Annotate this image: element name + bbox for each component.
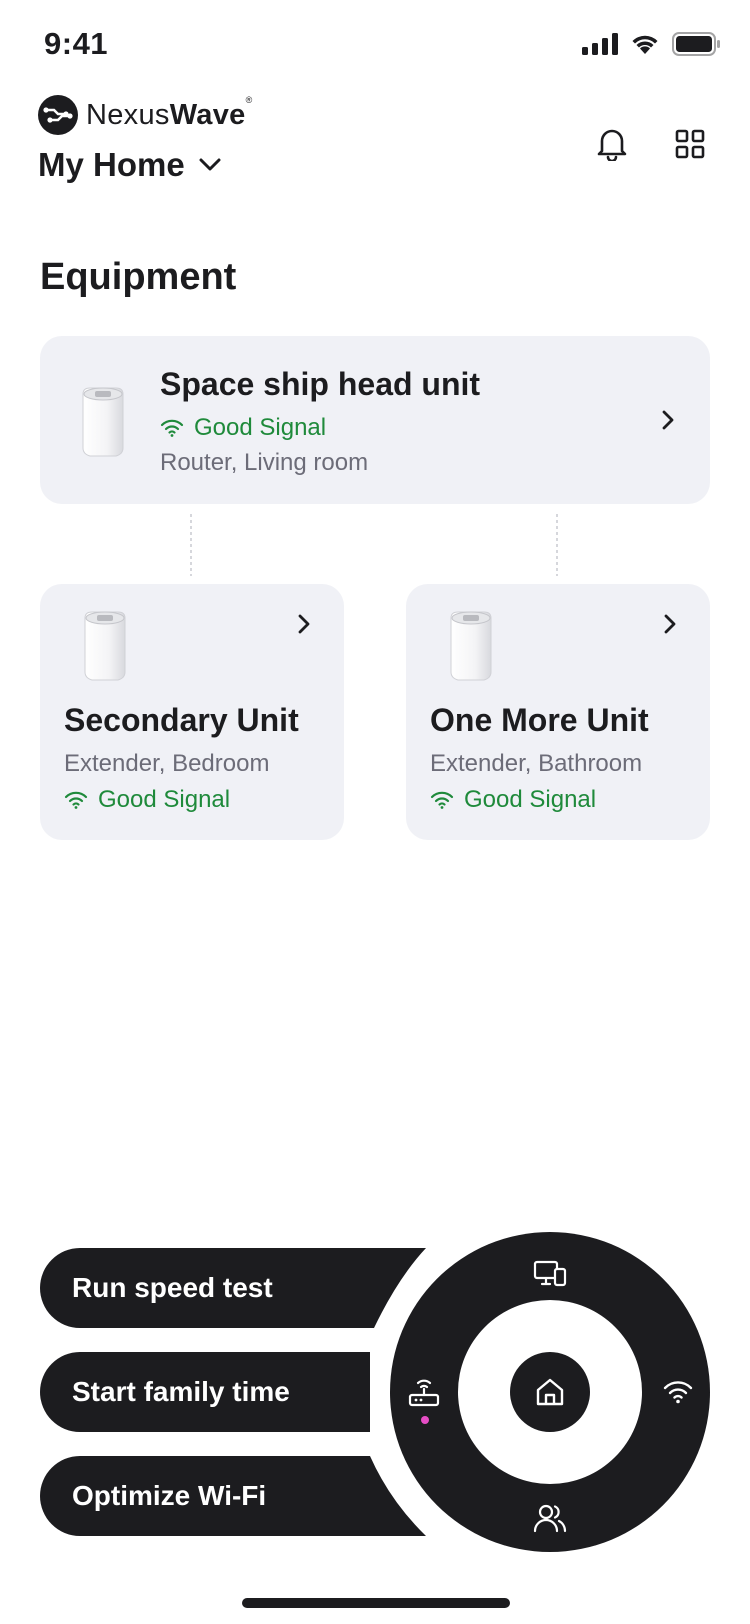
brand-logo-block: NexusWave®: [38, 95, 253, 135]
signal-label: Good Signal: [98, 786, 231, 813]
device-name: Secondary Unit: [64, 702, 299, 738]
run-speed-test-button[interactable]: Run speed test: [40, 1248, 426, 1328]
optimize-wifi-button[interactable]: Optimize Wi-Fi: [40, 1456, 426, 1536]
signal-label: Good Signal: [464, 786, 597, 813]
device-card-secondary-unit[interactable]: Secondary Unit Extender, Bedroom Good Si…: [40, 584, 344, 840]
device-name: One More Unit: [430, 702, 649, 738]
people-icon: [533, 1504, 567, 1533]
brand-name-bold: Wave: [169, 98, 246, 131]
signal-status: Good Signal: [64, 786, 230, 814]
notifications-button[interactable]: [590, 122, 634, 166]
chevron-right-icon: [664, 614, 676, 634]
home-name: My Home: [38, 146, 185, 183]
connector-line: [190, 514, 192, 576]
radial-inner-ring: [458, 1300, 642, 1484]
signal-status: Good Signal: [430, 786, 596, 814]
grid-icon: [675, 129, 705, 159]
home-selector[interactable]: My Home: [38, 146, 221, 184]
router-device-image: [82, 387, 124, 457]
home-indicator-bar[interactable]: [242, 1598, 510, 1608]
brand-registered-mark: ®: [245, 94, 253, 105]
devices-icon: [533, 1260, 567, 1287]
home-icon: [536, 1378, 564, 1406]
nexuswave-logo-icon: [38, 95, 78, 135]
status-icons: [582, 32, 720, 56]
connector-line: [556, 514, 558, 576]
start-family-time-button[interactable]: Start family time: [40, 1352, 370, 1432]
battery-icon: [672, 32, 720, 56]
wifi-icon: [663, 1381, 693, 1404]
router-icon: [408, 1379, 440, 1407]
device-role: Extender, Bedroom: [64, 750, 270, 777]
bell-icon: [597, 129, 627, 161]
device-name: Space ship head unit: [160, 366, 481, 402]
people-nav-button[interactable]: [526, 1494, 574, 1542]
devices-nav-button[interactable]: [526, 1250, 574, 1298]
status-time: 9:41: [44, 26, 109, 61]
equipment-section-title: Equipment: [40, 256, 237, 298]
status-bar: 9:41: [0, 0, 750, 92]
device-role: Router, Living room: [160, 449, 369, 476]
wifi-signal-icon: [160, 419, 184, 437]
wifi-signal-icon: [430, 791, 454, 809]
chevron-right-icon: [662, 410, 674, 430]
signal-status: Good Signal: [160, 414, 326, 442]
router-nav-button[interactable]: [400, 1368, 448, 1416]
radial-nav-menu: [390, 1232, 710, 1552]
home-nav-button[interactable]: [510, 1352, 590, 1432]
chevron-right-icon: [298, 614, 310, 634]
device-card-head-unit[interactable]: Space ship head unit Good Signal Router,…: [40, 336, 710, 504]
extender-device-image: [450, 611, 492, 681]
brand-name-light: Nexus: [86, 98, 170, 131]
cellular-signal-icon: [582, 33, 618, 55]
wifi-nav-button[interactable]: [654, 1368, 702, 1416]
apps-grid-button[interactable]: [668, 122, 712, 166]
wifi-signal-icon: [64, 791, 88, 809]
device-card-one-more-unit[interactable]: One More Unit Extender, Bathroom Good Si…: [406, 584, 710, 840]
signal-label: Good Signal: [194, 414, 327, 441]
device-role: Extender, Bathroom: [430, 750, 643, 777]
brand-name: NexusWave®: [86, 95, 253, 132]
extender-device-image: [84, 611, 126, 681]
wifi-status-icon: [632, 35, 658, 54]
chevron-down-icon: [199, 158, 221, 171]
active-indicator-dot: [421, 1416, 429, 1424]
